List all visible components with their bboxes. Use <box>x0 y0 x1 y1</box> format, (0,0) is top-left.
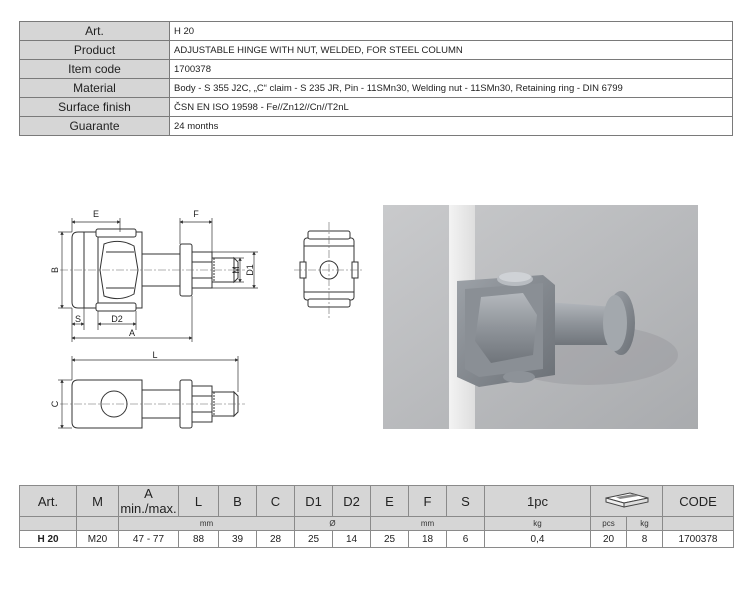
col-header-s: S <box>446 485 485 517</box>
product-photo <box>383 205 698 429</box>
cell-code: 1700378 <box>662 530 734 548</box>
specification-table: Art. M A min./max. L B C D1 D2 E F S 1pc… <box>19 485 734 548</box>
cell-weight: 0,4 <box>484 530 591 548</box>
cell-d1: 25 <box>294 530 333 548</box>
col-header-d1: D1 <box>294 485 333 517</box>
col-header-code: CODE <box>662 485 734 517</box>
cell-s: 6 <box>446 530 485 548</box>
unit-mm: mm <box>370 516 485 531</box>
col-header-d2: D2 <box>332 485 371 517</box>
col-header-c: C <box>256 485 295 517</box>
cell-a: 47 - 77 <box>118 530 179 548</box>
cell-d2: 14 <box>332 530 371 548</box>
spec-data-row: H 20 M20 47 - 77 88 39 28 25 14 25 18 6 … <box>19 530 734 548</box>
technical-drawing: E F B M D1 S D2 A L C <box>50 209 364 429</box>
spec-header-row: Art. M A min./max. L B C D1 D2 E F S 1pc… <box>19 485 734 517</box>
dim-label-c: C <box>50 400 60 407</box>
unit-diameter: Ø <box>294 516 371 531</box>
col-header-art: Art. <box>19 485 77 517</box>
dim-label-f: F <box>193 209 199 219</box>
unit-kg: kg <box>484 516 591 531</box>
cell-pcs: 20 <box>590 530 627 548</box>
dim-label-d1: D1 <box>245 264 255 276</box>
cell-m: M20 <box>76 530 119 548</box>
dim-label-a: A <box>129 328 135 338</box>
cell-e: 25 <box>370 530 409 548</box>
unit-kg-package: kg <box>626 516 663 531</box>
dim-label-l: L <box>152 350 157 360</box>
col-header-m: M <box>76 485 119 517</box>
dim-label-e: E <box>93 209 99 219</box>
dim-label-b: B <box>50 267 60 273</box>
col-header-a: A min./max. <box>118 485 179 517</box>
col-header-b: B <box>218 485 257 517</box>
cell-f: 18 <box>408 530 447 548</box>
col-header-1pc: 1pc <box>484 485 591 517</box>
dim-label-s: S <box>75 314 81 324</box>
col-header-l: L <box>178 485 219 517</box>
col-header-f: F <box>408 485 447 517</box>
unit-mm: mm <box>118 516 295 531</box>
col-header-e: E <box>370 485 409 517</box>
dim-label-m: M <box>231 266 241 274</box>
unit-pcs: pcs <box>590 516 627 531</box>
cell-c: 28 <box>256 530 295 548</box>
spec-units-row: mm Ø mm kg pcs kg <box>19 516 734 531</box>
cell-l: 88 <box>178 530 219 548</box>
cell-b: 39 <box>218 530 257 548</box>
dim-label-d2: D2 <box>111 314 123 324</box>
package-icon <box>605 491 648 508</box>
package-icon-cell <box>590 485 663 517</box>
cell-art: H 20 <box>19 530 77 548</box>
cell-package-kg: 8 <box>626 530 663 548</box>
